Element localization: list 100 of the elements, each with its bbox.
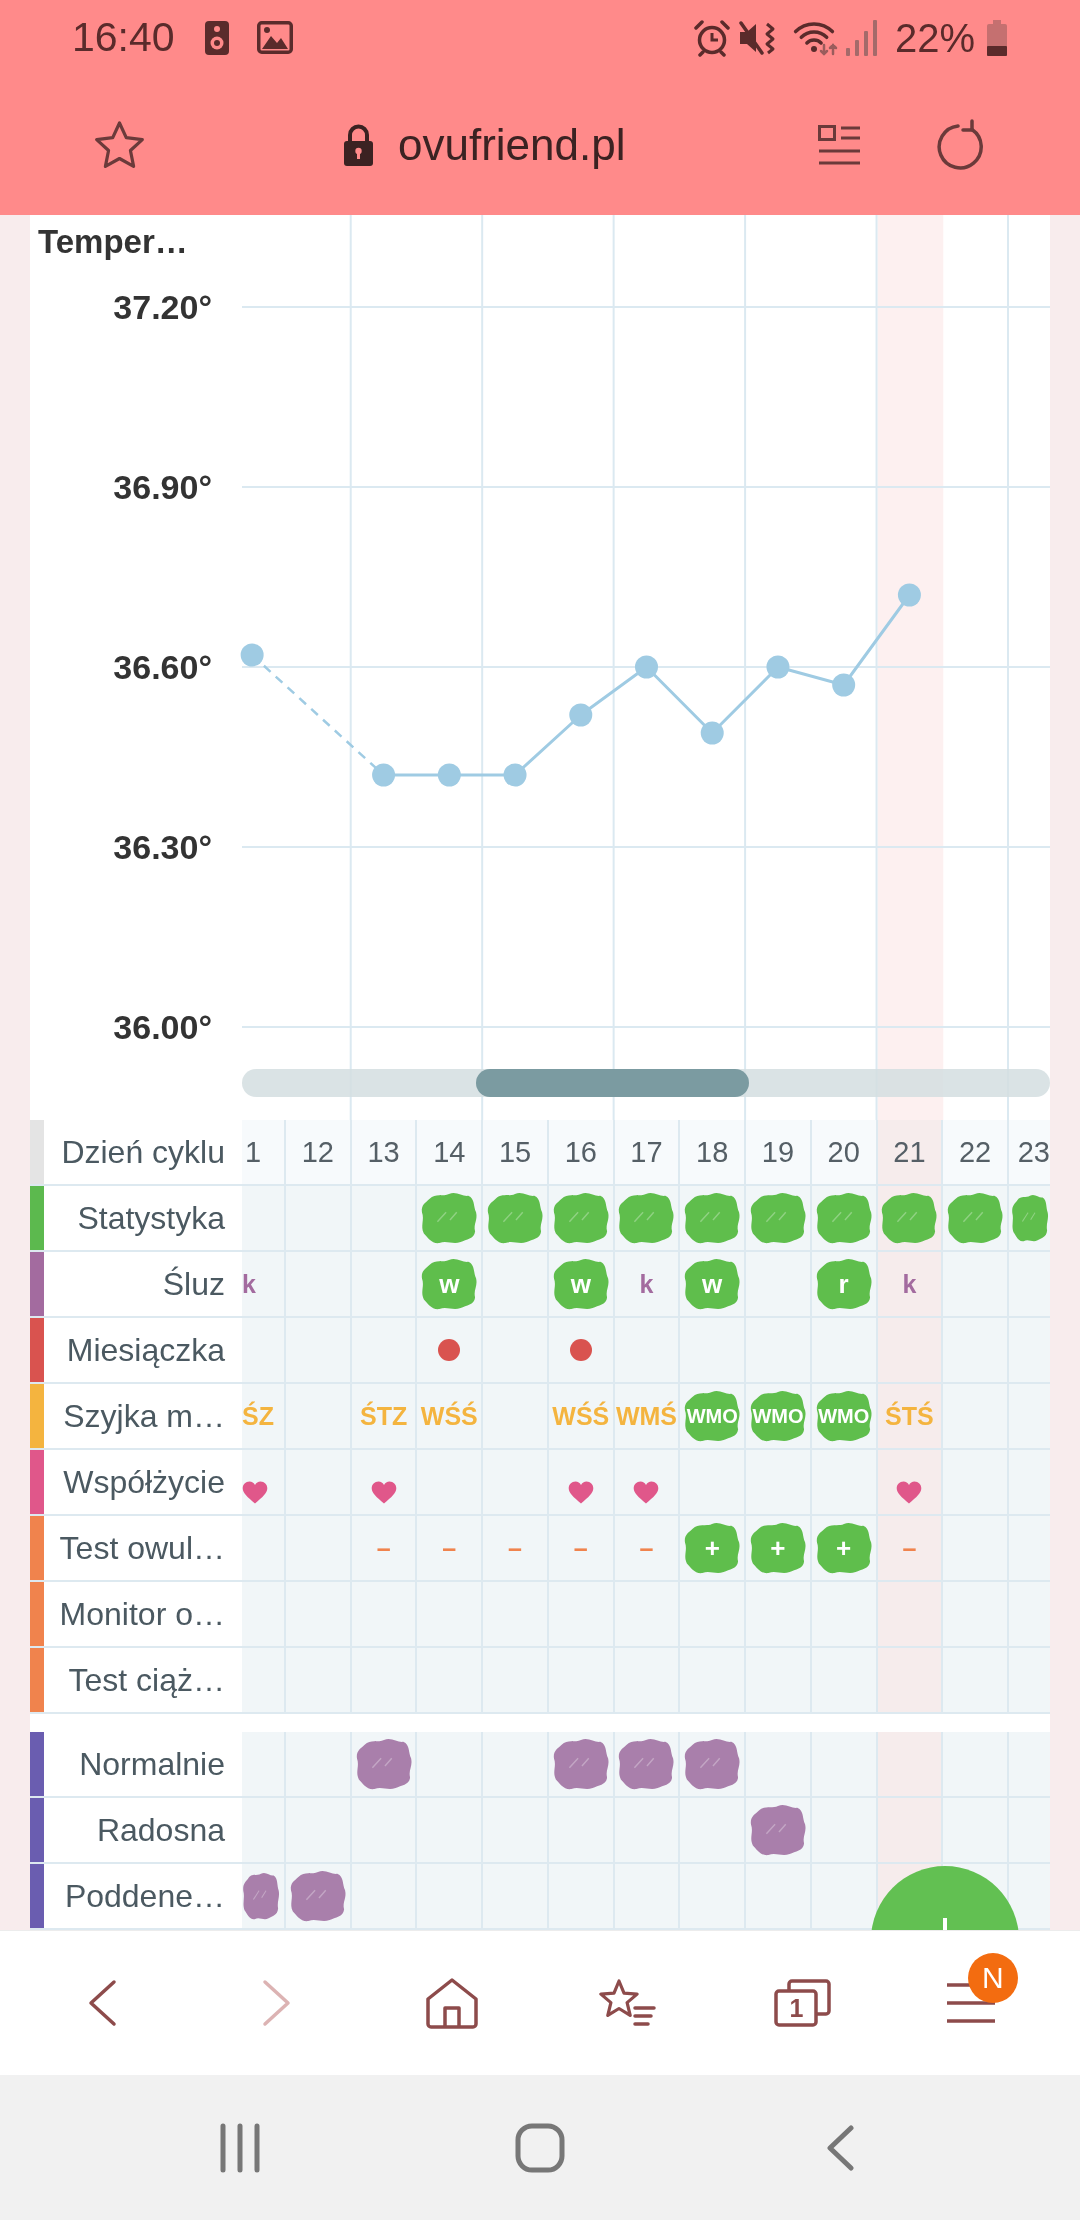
row-label: Test ciąż… bbox=[68, 1664, 225, 1696]
table-cell bbox=[1009, 1384, 1050, 1448]
x-axis-title: Dzień cyklu bbox=[61, 1136, 225, 1168]
star-list-icon bbox=[599, 1978, 657, 2028]
chevron-right-icon bbox=[262, 1979, 292, 2027]
scrollbar-thumb[interactable] bbox=[476, 1069, 749, 1097]
table-cell bbox=[877, 1798, 942, 1862]
reader-mode-button[interactable] bbox=[818, 125, 861, 165]
y-axis-label: 36.30° bbox=[113, 828, 212, 866]
row-label: Szyjka m… bbox=[63, 1400, 225, 1432]
column-header: 20 bbox=[811, 1120, 876, 1184]
table-cell: WMŚ bbox=[614, 1384, 679, 1448]
lock-icon bbox=[342, 124, 375, 166]
data-point bbox=[832, 673, 856, 697]
mute-vibrate-icon bbox=[737, 19, 776, 56]
table-cell bbox=[1009, 1732, 1050, 1796]
data-point bbox=[372, 763, 396, 787]
bookmark-button[interactable] bbox=[93, 119, 146, 171]
chart-title: Temper… bbox=[38, 223, 188, 260]
table-cell bbox=[483, 1732, 547, 1796]
alarm-clock-icon bbox=[692, 18, 731, 57]
url-text[interactable]: ovufriend.pl bbox=[398, 123, 626, 167]
tabs-button[interactable]: 1 bbox=[768, 1973, 838, 2033]
heart-icon bbox=[242, 1480, 268, 1504]
table-cell bbox=[746, 1732, 810, 1796]
scribble-badge: w bbox=[551, 1257, 610, 1311]
table-cell: WŚŚ bbox=[417, 1384, 482, 1448]
row-label: Normalnie bbox=[79, 1748, 225, 1780]
table-cell bbox=[943, 1732, 1007, 1796]
table-cell: k bbox=[614, 1252, 679, 1316]
data-point bbox=[897, 583, 921, 607]
reader-mode-icon bbox=[818, 125, 861, 165]
data-point bbox=[569, 703, 593, 727]
table-cell bbox=[242, 1186, 284, 1250]
table-cell: – bbox=[614, 1516, 679, 1580]
row-label: Monitor o… bbox=[59, 1598, 225, 1630]
data-point bbox=[766, 655, 790, 679]
heart-icon bbox=[567, 1480, 594, 1504]
heart-icon bbox=[370, 1480, 397, 1504]
table-cell: ŚTZ bbox=[351, 1384, 416, 1448]
rounded-square-icon bbox=[515, 2122, 565, 2173]
table-cell bbox=[417, 1732, 482, 1796]
scribble-badge: w bbox=[420, 1257, 479, 1311]
table-cell bbox=[1009, 1798, 1050, 1862]
table-cell: ŚTŚ bbox=[877, 1384, 942, 1448]
table-cell: k bbox=[877, 1252, 942, 1316]
scribble-badge: WMO bbox=[814, 1389, 873, 1443]
column-header: 19 bbox=[746, 1120, 810, 1184]
scribble-badge: WMO bbox=[748, 1389, 807, 1443]
data-point bbox=[635, 655, 658, 679]
data-point bbox=[240, 643, 264, 667]
table-cell: – bbox=[548, 1516, 613, 1580]
table-cell: – bbox=[351, 1516, 416, 1580]
clock-time: 16:40 bbox=[72, 17, 175, 58]
data-point bbox=[700, 721, 724, 745]
table-cell bbox=[242, 1582, 284, 1646]
table-cell: – bbox=[877, 1516, 942, 1580]
scribble-icon bbox=[1011, 1193, 1049, 1243]
scribble-badge: + bbox=[814, 1521, 873, 1575]
table-cell bbox=[811, 1732, 876, 1796]
column-header: 21 bbox=[877, 1120, 942, 1184]
scribble-badge: r bbox=[814, 1257, 873, 1311]
row-label: Śluz bbox=[162, 1268, 225, 1300]
table-cell bbox=[877, 1582, 942, 1646]
table-cell bbox=[1009, 1516, 1050, 1580]
row-label: Radosna bbox=[96, 1814, 225, 1846]
column-header: 13 bbox=[351, 1120, 416, 1184]
table-cell bbox=[286, 1732, 350, 1796]
table-cell bbox=[1009, 1582, 1050, 1646]
table-cell bbox=[1009, 1318, 1050, 1382]
image-icon bbox=[256, 21, 293, 54]
scribble-badge: + bbox=[683, 1521, 742, 1575]
column-header: 22 bbox=[943, 1120, 1007, 1184]
battery-icon bbox=[985, 19, 1009, 56]
table-cell bbox=[877, 1732, 942, 1796]
table-cell bbox=[811, 1864, 876, 1928]
table-cell bbox=[1009, 1450, 1050, 1514]
table-cell bbox=[242, 1732, 284, 1796]
row-label: Współżycie bbox=[63, 1466, 225, 1498]
tabs-icon bbox=[774, 1979, 832, 2027]
column-header: 23 bbox=[1009, 1120, 1050, 1184]
table-cell bbox=[242, 1798, 284, 1862]
column-header: 15 bbox=[483, 1120, 547, 1184]
house-icon bbox=[425, 1977, 480, 2029]
chevron-left-icon bbox=[86, 1979, 117, 2027]
heart-icon bbox=[896, 1480, 923, 1504]
star-icon bbox=[93, 119, 146, 171]
row-label: Miesiączka bbox=[66, 1334, 225, 1366]
scribble-badge: + bbox=[748, 1521, 807, 1575]
column-header: 17 bbox=[614, 1120, 679, 1184]
notification-badge: N bbox=[967, 1952, 1018, 2003]
table-cell: k bbox=[242, 1252, 284, 1316]
table-cell: – bbox=[483, 1516, 547, 1580]
table-cell bbox=[877, 1648, 942, 1712]
column-header: 14 bbox=[417, 1120, 482, 1184]
column-header: 18 bbox=[680, 1120, 745, 1184]
table-cell bbox=[1009, 1252, 1050, 1316]
data-point bbox=[503, 763, 527, 787]
column-header: 12 bbox=[286, 1120, 350, 1184]
table-cell bbox=[242, 1648, 284, 1712]
